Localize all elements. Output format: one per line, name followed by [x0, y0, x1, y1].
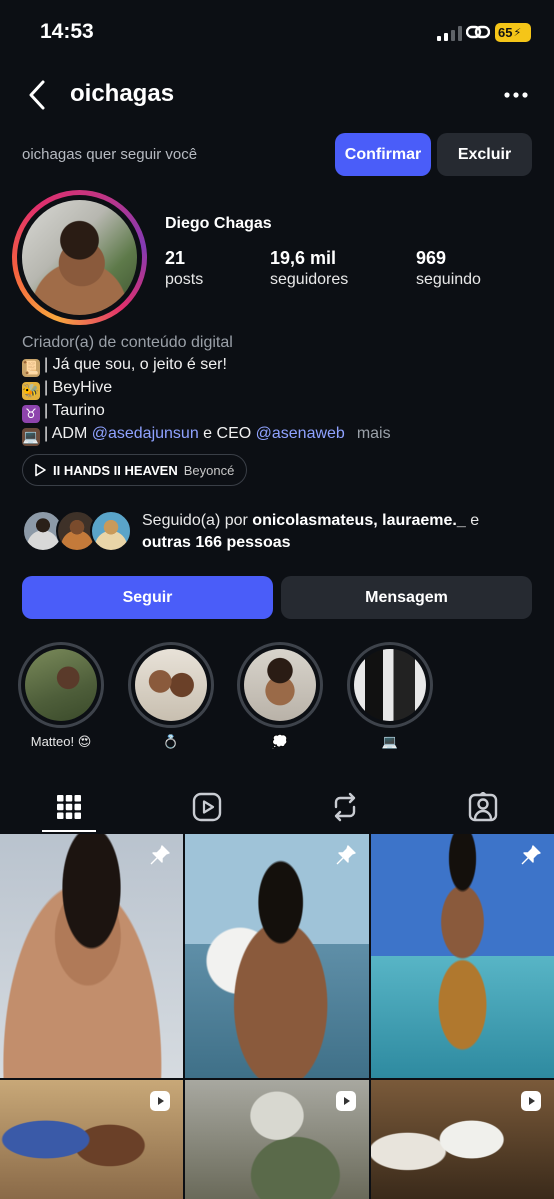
repost-icon — [334, 792, 356, 822]
tagged-icon — [468, 792, 498, 822]
highlight-cover — [25, 649, 97, 721]
stat-followers[interactable]: 19,6 mil seguidores — [270, 248, 348, 289]
profile-tabs — [0, 780, 554, 834]
stat-value: 19,6 mil — [270, 248, 337, 268]
more-horizontal-icon[interactable] — [500, 80, 532, 110]
tab-reposts[interactable] — [276, 780, 414, 834]
stat-value: 969 — [416, 248, 447, 268]
tab-tagged[interactable] — [414, 780, 552, 834]
avatar[interactable] — [12, 190, 147, 325]
video-icon — [150, 1091, 170, 1111]
play-icon — [35, 463, 46, 477]
stat-label: posts — [165, 271, 204, 288]
music-song: II HANDS II HEAVEN — [53, 462, 178, 478]
stat-label: seguindo — [416, 271, 481, 288]
delete-button[interactable]: Excluir — [437, 133, 532, 176]
tab-reels[interactable] — [138, 780, 276, 834]
stat-label: seguidores — [270, 271, 349, 288]
bio-category: Criador(a) de conteúdo digital — [22, 334, 233, 351]
post-thumbnail[interactable] — [0, 1080, 183, 1199]
post-thumbnail[interactable] — [185, 1080, 369, 1199]
full-name: Diego Chagas — [165, 215, 272, 232]
bio-line: 📜 | Já que sou, o jeito é ser! — [22, 355, 227, 377]
more-link[interactable]: mais — [357, 425, 391, 442]
mention-link[interactable]: @asenaweb — [256, 425, 345, 442]
highlight-label: 💭 — [271, 734, 289, 749]
battery-icon: 65 ⚡ — [495, 23, 531, 42]
bio: Criador(a) de conteúdo digital 📜 | Já que… — [22, 332, 542, 446]
link-icon — [466, 25, 490, 39]
bio-line: 🐝 | BeyHive — [22, 378, 113, 400]
story-highlight[interactable]: 💻 — [346, 642, 434, 752]
bio-line: 💻 | ADM @asedajunsun e CEO @asenaweb mais — [22, 424, 391, 446]
post-thumbnail[interactable] — [371, 834, 554, 1078]
bee-icon: 🐝 — [22, 381, 40, 400]
stat-posts[interactable]: 21 posts — [165, 248, 203, 289]
followed-by[interactable]: Seguido(a) por onicolasmateus, lauraeme.… — [22, 508, 542, 554]
music-artist: Beyoncé — [183, 462, 235, 478]
status-bar: 14:53 65 ⚡ — [0, 0, 554, 64]
technologist-icon: 💻 — [22, 427, 40, 446]
scroll-icon: 📜 — [22, 358, 40, 377]
video-icon — [521, 1091, 541, 1111]
bio-line: ♉ | Taurino — [22, 400, 542, 423]
highlight-cover — [244, 649, 316, 721]
mention-link[interactable]: @asedajunsun — [92, 425, 199, 442]
post-thumbnail[interactable] — [185, 834, 369, 1078]
profile-music[interactable]: II HANDS II HEAVEN Beyoncé — [22, 454, 248, 486]
post-thumbnail[interactable] — [0, 834, 183, 1078]
highlight-label: Matteo! 😍 — [30, 734, 92, 749]
highlight-label: 💻 — [381, 734, 399, 749]
message-button[interactable]: Mensagem — [281, 576, 532, 619]
header-username: oichagas — [70, 80, 175, 107]
post-grid — [0, 834, 554, 1199]
profile-header: oichagas — [0, 64, 554, 126]
reels-icon — [192, 792, 222, 822]
signal-icon — [437, 26, 462, 41]
follow-request-bar: oichagas quer seguir você Confirmar Excl… — [0, 133, 554, 177]
story-highlight[interactable]: Matteo! 😍 — [17, 642, 105, 752]
active-tab-indicator — [42, 830, 96, 832]
follow-button[interactable]: Seguir — [22, 576, 273, 619]
highlight-cover — [354, 649, 426, 721]
tab-grid[interactable] — [0, 780, 138, 834]
chevron-left-icon[interactable] — [24, 78, 52, 112]
followed-by-text: Seguido(a) por onicolasmateus, lauraeme.… — [142, 512, 480, 551]
pin-icon — [150, 845, 170, 865]
confirm-button[interactable]: Confirmar — [335, 133, 431, 176]
video-icon — [336, 1091, 356, 1111]
status-time: 14:53 — [40, 20, 94, 43]
avatar-photo — [22, 200, 137, 315]
avatar — [90, 510, 132, 552]
highlight-cover — [135, 649, 207, 721]
post-thumbnail[interactable] — [371, 1080, 554, 1199]
stat-following[interactable]: 969 seguindo — [416, 248, 481, 289]
pin-icon — [521, 845, 541, 865]
follow-request-text: oichagas quer seguir você — [22, 146, 198, 163]
story-highlight[interactable]: 💍 — [127, 642, 215, 752]
grid-icon — [57, 795, 81, 819]
taurus-icon: ♉ — [22, 404, 40, 423]
battery-level: 65 — [498, 25, 513, 40]
stat-value: 21 — [165, 248, 186, 268]
pin-icon — [336, 845, 356, 865]
story-highlight[interactable]: 💭 — [236, 642, 324, 752]
highlight-label: 💍 — [162, 734, 180, 749]
